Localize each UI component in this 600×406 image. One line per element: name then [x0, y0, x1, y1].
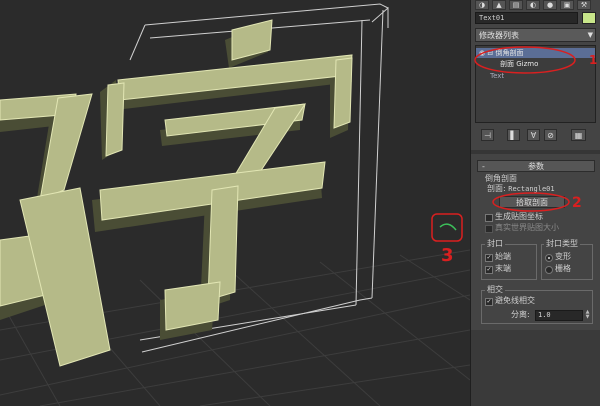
annotation-ellipse-1	[474, 46, 576, 74]
remove-modifier-button[interactable]: ⊘	[544, 129, 557, 141]
grid-label: 栅格	[555, 264, 571, 273]
real-world-label: 真实世界贴图大小	[495, 223, 559, 232]
panel-divider	[471, 150, 600, 154]
show-end-result-button[interactable]: ▌	[507, 129, 520, 141]
configure-sets-button[interactable]: ▦	[571, 129, 586, 141]
grid-radio[interactable]	[545, 266, 553, 274]
morph-radio[interactable]	[545, 254, 553, 262]
separation-spinner[interactable]: 1.0	[535, 310, 583, 321]
cap-group-label: 封口	[485, 239, 505, 249]
annotation-number-1: 1	[589, 53, 598, 67]
gen-mapping-label: 生成贴图坐标	[495, 212, 543, 221]
cap-type-group-label: 封口类型	[544, 239, 580, 249]
cap-start-checkbox[interactable]: ✓	[485, 254, 493, 262]
perspective-viewport[interactable]: 3	[0, 0, 470, 406]
profile-curve-icon	[439, 223, 457, 231]
rollout-collapse-sign: -	[482, 162, 485, 171]
text-3d-glyph-zi[interactable]	[92, 19, 353, 340]
parameters-rollout-header[interactable]: - 参数	[477, 160, 595, 172]
text-3d-glyph-wen[interactable]	[0, 93, 111, 367]
viewport-scene	[0, 3, 470, 406]
pin-stack-button[interactable]: ⊣	[481, 129, 494, 141]
separation-label: 分离:	[511, 310, 530, 319]
panel-empty-area	[471, 330, 600, 406]
avoid-intersections-label: 避免线相交	[495, 296, 535, 305]
annotation-number-3: 3	[441, 245, 454, 266]
cap-end-label: 末端	[495, 264, 511, 273]
cap-start-label: 始端	[495, 252, 511, 261]
separation-value: 1.0	[538, 311, 551, 319]
rollout-title: 参数	[528, 162, 544, 171]
cap-end-checkbox[interactable]: ✓	[485, 266, 493, 274]
real-world-checkbox[interactable]	[485, 225, 493, 233]
avoid-intersections-checkbox[interactable]: ✓	[485, 298, 493, 306]
morph-label: 变形	[555, 252, 571, 261]
gen-mapping-checkbox[interactable]	[485, 214, 493, 222]
spinner-arrows-icon[interactable]: ▲ ▼	[584, 310, 591, 321]
bevel-profile-section-title: 倒角剖面	[485, 174, 517, 183]
annotation-box-3	[431, 213, 463, 242]
make-unique-button[interactable]: ∀	[527, 129, 540, 141]
cap-type-group	[541, 244, 593, 280]
cap-group	[481, 244, 537, 280]
intersections-group-label: 相交	[485, 285, 505, 295]
command-panel: ◑ ▲ ▤ ◐ ● ▣ ⚒ Text01 修改器列表 ▼ ◉ ⊟ 倒角剖面 剖面…	[470, 0, 600, 406]
annotation-number-2: 2	[572, 195, 582, 211]
